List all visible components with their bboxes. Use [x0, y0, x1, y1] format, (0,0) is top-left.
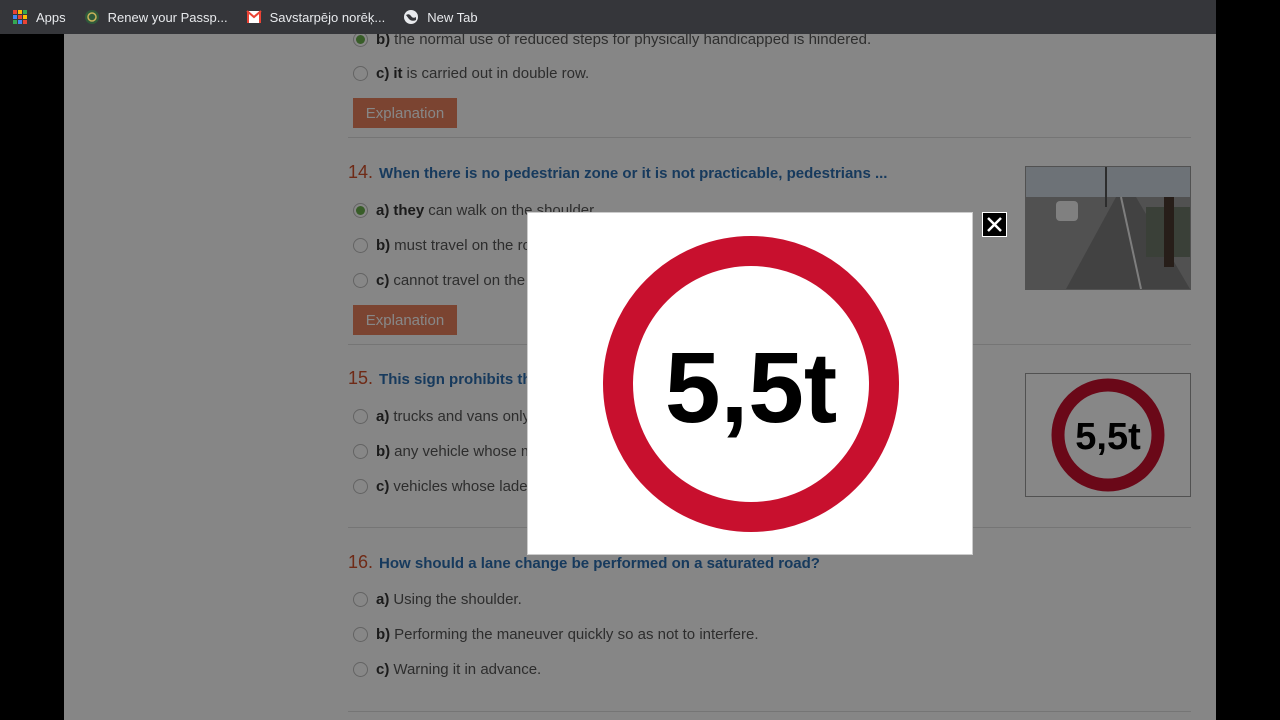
apps-grid-icon [12, 9, 28, 25]
lightbox-image: 5,5t [543, 228, 959, 541]
bookmark-label: Renew your Passp... [107, 9, 228, 25]
bookmark-savstarpejo[interactable]: Savstarpējo norēķ... [245, 5, 386, 29]
passport-icon [84, 9, 100, 25]
bookmarks-bar: Apps Renew your Passp... Savstarpējo nor… [0, 0, 1216, 34]
close-lightbox-button[interactable] [982, 212, 1007, 237]
bookmark-label: Apps [36, 9, 66, 25]
bookmark-renew-passport[interactable]: Renew your Passp... [84, 5, 228, 29]
sign-text: 5,5t [665, 332, 837, 444]
weight-limit-sign-large-icon: 5,5t [603, 236, 899, 532]
bookmark-apps[interactable]: Apps [12, 5, 66, 29]
bookmark-label: New Tab [427, 9, 478, 25]
gmail-icon [245, 9, 262, 25]
globe-icon [403, 9, 419, 25]
image-lightbox: 5,5t [527, 212, 973, 555]
bookmark-label: Savstarpējo norēķ... [269, 9, 386, 25]
close-icon [987, 217, 1002, 232]
bookmark-new-tab[interactable]: New Tab [403, 5, 478, 29]
